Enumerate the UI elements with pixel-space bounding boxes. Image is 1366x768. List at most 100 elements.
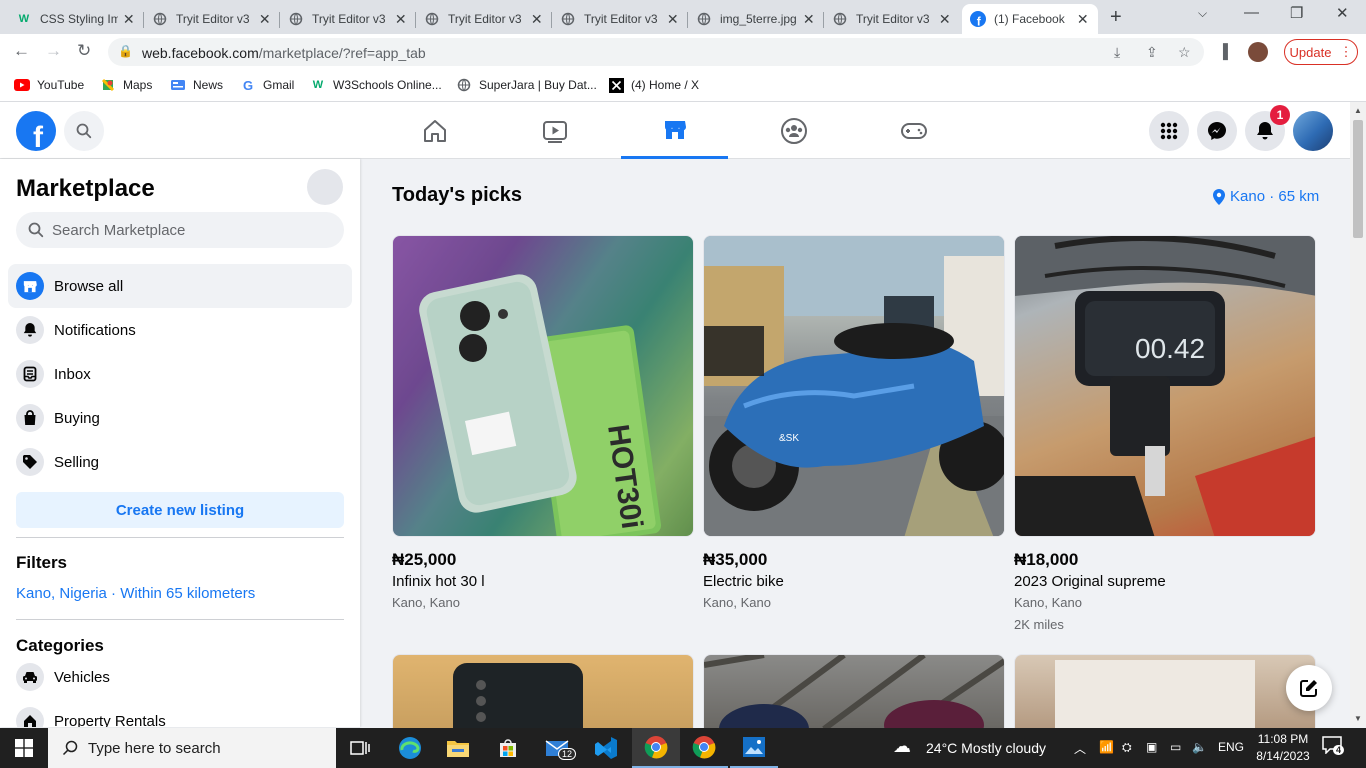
taskbar-search[interactable]: Type here to search <box>48 728 336 768</box>
window-close-icon[interactable]: ✕ <box>1336 4 1349 22</box>
address-bar[interactable]: 🔒 web.facebook.com/marketplace/?ref=app_… <box>108 38 1204 66</box>
side-panel-icon[interactable]: ▐ <box>1218 43 1228 59</box>
update-button[interactable]: Update ⋮ <box>1284 39 1358 65</box>
settings-button[interactable] <box>307 169 343 205</box>
close-icon[interactable]: ✕ <box>802 11 816 28</box>
browser-tab[interactable]: W CSS Styling Im ✕ <box>8 4 144 34</box>
bookmark-star-icon[interactable]: ☆ <box>1178 44 1191 61</box>
bookmark-x[interactable]: (4) Home / X <box>608 77 699 93</box>
taskbar-mail[interactable]: 12 <box>534 728 582 768</box>
listing-card[interactable]: HOT30i ₦25,000 Infinix hot 30 l Kano, Ka… <box>392 235 694 610</box>
bookmark-superjara[interactable]: SuperJara | Buy Dat... <box>456 77 597 93</box>
network-icon[interactable]: ⛭ <box>1122 740 1132 755</box>
menu-button[interactable] <box>1149 111 1189 151</box>
listing-image[interactable]: 00.42 <box>1014 235 1316 537</box>
sidebar-item-buying[interactable]: Buying <box>8 396 352 440</box>
sidebar-item-inbox[interactable]: Inbox <box>8 352 352 396</box>
nav-tab-home[interactable] <box>381 102 488 159</box>
close-icon[interactable]: ✕ <box>1076 11 1090 28</box>
listing-card[interactable] <box>703 654 1005 728</box>
taskbar-vscode[interactable] <box>582 728 630 768</box>
sidebar-item-selling[interactable]: Selling <box>8 440 352 484</box>
minimize-icon[interactable]: — <box>1244 4 1259 21</box>
listing-image[interactable] <box>1014 654 1316 728</box>
listing-card[interactable] <box>392 654 694 728</box>
reload-icon[interactable]: ↻ <box>77 41 91 61</box>
forward-icon[interactable]: → <box>45 41 62 61</box>
marketplace-search[interactable] <box>16 212 344 248</box>
browser-tab[interactable]: Tryit Editor v3 ✕ <box>416 4 552 34</box>
clock[interactable]: 11:08 PM 8/14/2023 <box>1250 731 1316 765</box>
account-avatar[interactable] <box>1293 111 1333 151</box>
facebook-search-button[interactable] <box>64 111 104 151</box>
page-scrollbar[interactable]: ▲ ▼ <box>1350 102 1366 727</box>
browser-tab-active[interactable]: f (1) Facebook ✕ <box>962 4 1098 34</box>
nav-tab-gaming[interactable] <box>860 102 967 159</box>
bookmark-news[interactable]: News <box>170 77 223 93</box>
new-tab-icon[interactable]: + <box>1110 6 1122 29</box>
listing-image[interactable] <box>703 654 1005 728</box>
close-icon[interactable]: ✕ <box>122 11 136 28</box>
restore-icon[interactable]: ❐ <box>1290 4 1303 22</box>
task-view-button[interactable] <box>336 728 384 768</box>
taskbar-file-explorer[interactable] <box>434 728 482 768</box>
location-filter-link[interactable]: Kano, Nigeria · Within 65 kilometers <box>16 585 255 602</box>
notification-center-button[interactable]: 4 <box>1322 736 1348 760</box>
share-icon[interactable]: ⇪ <box>1146 44 1158 61</box>
browser-tab[interactable]: Tryit Editor v3 ✕ <box>824 4 960 34</box>
bookmark-w3schools[interactable]: W W3Schools Online... <box>310 77 442 93</box>
tab-search-chevron-icon[interactable]: ⌵ <box>1198 6 1207 21</box>
listing-image[interactable] <box>392 654 694 728</box>
taskbar-chrome[interactable] <box>680 728 728 768</box>
search-input[interactable] <box>52 221 332 239</box>
nav-tab-marketplace[interactable] <box>621 102 728 159</box>
bookmark-maps[interactable]: Maps <box>100 77 152 93</box>
weather-text[interactable]: 24°C Mostly cloudy <box>926 740 1046 756</box>
language-indicator[interactable]: ENG <box>1218 740 1244 754</box>
close-icon[interactable]: ✕ <box>530 11 544 28</box>
battery-icon[interactable]: ▭ <box>1170 740 1181 754</box>
bookmark-youtube[interactable]: YouTube <box>14 77 84 93</box>
back-icon[interactable]: ← <box>13 41 30 61</box>
install-icon[interactable]: ⤓ <box>1114 44 1120 61</box>
new-message-button[interactable] <box>1286 665 1332 711</box>
start-button[interactable] <box>0 728 48 768</box>
facebook-logo[interactable]: f <box>16 111 56 151</box>
scroll-down-icon[interactable]: ▼ <box>1354 714 1362 723</box>
taskbar-edge[interactable] <box>386 728 434 768</box>
listing-card[interactable] <box>1014 654 1316 728</box>
bookmark-gmail[interactable]: G Gmail <box>240 77 294 93</box>
location-selector[interactable]: Kano · 65 km <box>1213 188 1319 205</box>
browser-tab[interactable]: img_5terre.jpg ✕ <box>688 4 824 34</box>
close-icon[interactable]: ✕ <box>394 11 408 28</box>
nav-tab-watch[interactable] <box>501 102 608 159</box>
taskbar-photos[interactable] <box>730 728 778 768</box>
category-vehicles[interactable]: Vehicles <box>8 655 352 699</box>
scroll-up-icon[interactable]: ▲ <box>1354 106 1362 115</box>
close-icon[interactable]: ✕ <box>258 11 272 28</box>
scrollbar-thumb[interactable] <box>1353 120 1363 238</box>
device-icon[interactable]: ▣ <box>1146 740 1157 754</box>
show-hidden-icons-chevron[interactable]: ︿ <box>1074 740 1086 757</box>
profile-avatar[interactable] <box>1248 42 1268 62</box>
volume-icon[interactable]: 🔈 <box>1192 740 1207 754</box>
listing-image[interactable]: &SK <box>703 235 1005 537</box>
sidebar-item-browse-all[interactable]: Browse all <box>8 264 352 308</box>
wifi-icon[interactable]: 📶 <box>1099 740 1114 754</box>
messenger-button[interactable] <box>1197 111 1237 151</box>
browser-tab[interactable]: Tryit Editor v3 ✕ <box>280 4 416 34</box>
weather-cloud-icon[interactable]: ☁ <box>893 736 911 757</box>
category-property-rentals[interactable]: Property Rentals <box>8 699 352 727</box>
create-listing-button[interactable]: Create new listing <box>16 492 344 528</box>
sidebar-item-notifications[interactable]: Notifications <box>8 308 352 352</box>
listing-card[interactable]: &SK ₦35,000 Electric bike Kano, Kano <box>703 235 1005 610</box>
listing-card[interactable]: 00.42 ₦18,000 2023 Original supreme Kano… <box>1014 235 1316 632</box>
browser-tab[interactable]: Tryit Editor v3 ✕ <box>552 4 688 34</box>
nav-tab-groups[interactable] <box>740 102 847 159</box>
browser-tab[interactable]: Tryit Editor v3 ✕ <box>144 4 280 34</box>
close-icon[interactable]: ✕ <box>666 11 680 28</box>
close-icon[interactable]: ✕ <box>938 11 952 28</box>
listing-image[interactable]: HOT30i <box>392 235 694 537</box>
taskbar-store[interactable] <box>484 728 532 768</box>
taskbar-chrome-active[interactable] <box>632 728 680 768</box>
